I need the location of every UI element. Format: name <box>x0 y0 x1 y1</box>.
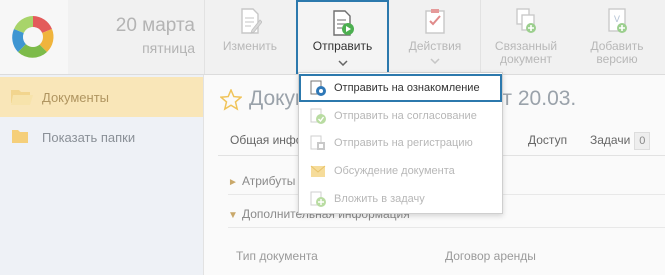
edit-button-label: Изменить <box>222 39 278 53</box>
discussion-icon <box>310 165 326 177</box>
menu-item-label: Отправить на регистрацию <box>334 137 473 149</box>
top-toolbar: 20 марта пятница Изменить Отправить Дейс… <box>0 0 665 75</box>
add-version-button[interactable]: V Добавить версию <box>574 0 660 74</box>
menu-item-attach-to-task[interactable]: Вложить в задачу <box>299 185 502 213</box>
send-dropdown-menu: Отправить на ознакомление Отправить на с… <box>298 72 503 214</box>
add-version-line2: версию <box>596 52 638 66</box>
actions-button[interactable]: Действия <box>392 0 478 74</box>
send-document-icon <box>332 10 354 36</box>
app-logo-area <box>0 0 68 74</box>
sidebar: Документы Показать папки <box>0 75 204 275</box>
app-logo-icon[interactable] <box>7 12 59 62</box>
menu-item-label: Отправить на ознакомление <box>334 82 480 94</box>
sidebar-item-documents[interactable]: Документы <box>0 77 203 117</box>
folder-icon <box>12 130 28 143</box>
tasks-count-badge: 0 <box>634 132 651 150</box>
attach-task-icon <box>310 191 326 207</box>
menu-item-label: Вложить в задачу <box>334 193 425 205</box>
doc-type-value: Договор аренды <box>445 249 536 263</box>
add-version-label: Добавить версию <box>574 40 660 66</box>
menu-item-send-for-registration[interactable]: Отправить на регистрацию <box>299 129 502 157</box>
accordion-attributes-label: Атрибуты <box>242 174 296 188</box>
toolbar-divider <box>480 0 481 74</box>
linked-document-button[interactable]: Связанный документ <box>483 0 569 74</box>
actions-button-label: Действия <box>408 39 462 53</box>
date-weekday: пятница <box>142 40 195 56</box>
send-button-label: Отправить <box>312 39 373 53</box>
approval-check-icon <box>310 108 326 124</box>
edit-button[interactable]: Изменить <box>207 0 293 74</box>
chevron-down-icon: ▼ <box>228 210 238 221</box>
linked-document-icon <box>516 8 536 33</box>
toolbar-divider <box>204 0 205 74</box>
doc-type-label: Тип документа <box>236 249 318 263</box>
chevron-down-icon <box>337 60 348 66</box>
registration-icon <box>310 135 325 150</box>
chevron-right-icon: ► <box>228 177 238 188</box>
date-display: 20 марта пятница <box>80 15 195 57</box>
sidebar-item-label: Документы <box>42 90 110 105</box>
tab-tasks[interactable]: Задачи 0 <box>590 126 651 155</box>
folder-open-icon <box>11 90 33 105</box>
send-button[interactable]: Отправить <box>296 0 389 74</box>
linked-label-line2: документ <box>500 52 552 66</box>
menu-item-send-for-approval[interactable]: Отправить на согласование <box>299 102 502 130</box>
actions-checklist-icon <box>425 9 445 34</box>
sidebar-item-show-folders[interactable]: Показать папки <box>0 117 203 157</box>
menu-item-discuss-document[interactable]: Обсуждение документа <box>299 157 502 185</box>
menu-item-send-for-review[interactable]: Отправить на ознакомление <box>299 74 502 102</box>
chevron-down-icon <box>430 58 440 64</box>
tab-access[interactable]: Доступ <box>528 126 567 155</box>
edit-document-icon <box>241 8 262 34</box>
menu-item-label: Отправить на согласование <box>334 110 477 122</box>
linked-document-label: Связанный документ <box>483 40 569 66</box>
star-favorite-icon[interactable] <box>220 89 242 111</box>
menu-item-label: Обсуждение документа <box>334 165 455 177</box>
date-day: 20 марта <box>115 15 195 36</box>
sidebar-item-label: Показать папки <box>42 130 136 145</box>
add-version-icon: V <box>608 8 627 33</box>
review-eye-icon <box>310 80 326 96</box>
tab-tasks-label: Задачи <box>590 133 631 147</box>
